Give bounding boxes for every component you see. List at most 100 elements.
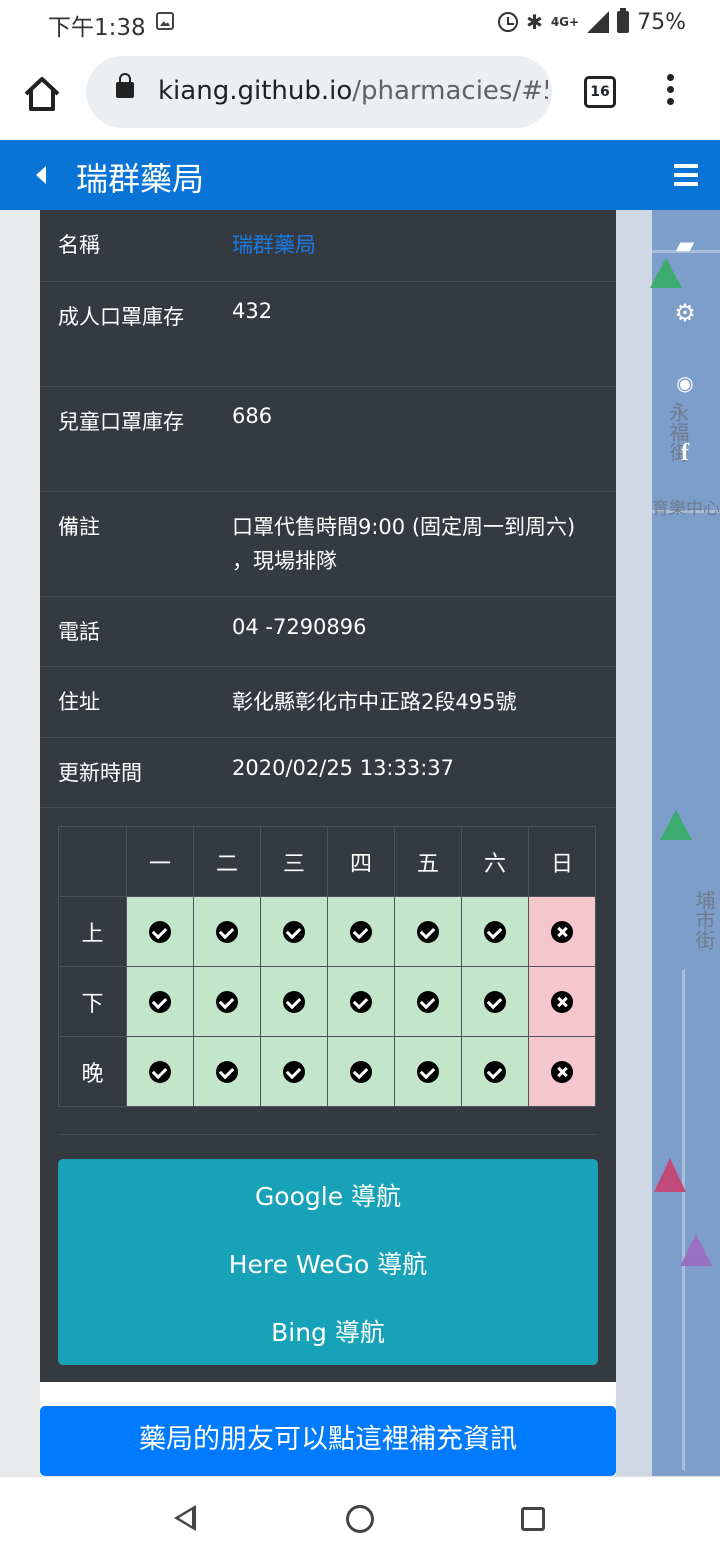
page-title: 瑞群藥局: [76, 160, 205, 198]
check-circle-icon: [216, 1061, 238, 1083]
url-text[interactable]: kiang.github.io/pharmacies/#5: [158, 76, 548, 106]
info-row-child-stock: 兒童口罩庫存 686: [40, 387, 616, 492]
herewego-navigation-link[interactable]: Here WeGo 導航: [58, 1245, 598, 1281]
schedule-cell: [394, 896, 462, 967]
schedule-cell: [193, 966, 261, 1037]
gallery-icon: [156, 12, 174, 30]
schedule-day-header: 四: [327, 826, 395, 897]
schedule-cell: [327, 966, 395, 1037]
check-circle-icon: [350, 921, 372, 943]
schedule-row: 晚: [58, 1036, 596, 1107]
home-icon[interactable]: [22, 74, 62, 114]
note-text: 口罩代售時間9:00 (固定周一到周六) ，現場排隊: [232, 515, 576, 573]
map-street-label: 埔市街: [692, 890, 716, 950]
check-circle-icon: [283, 921, 305, 943]
facebook-icon[interactable]: f: [670, 438, 700, 468]
app-header: 瑞群藥局: [0, 140, 720, 210]
schedule-cell: [193, 1036, 261, 1107]
schedule-row: 上: [58, 896, 596, 967]
info-row-note: 備註 口罩代售時間9:00 (固定周一到周六) ，現場排隊: [40, 492, 616, 597]
info-row-name: 名稱 瑞群藥局: [40, 210, 616, 282]
schedule-cell: [461, 966, 529, 1037]
signal-icon: [587, 11, 610, 33]
schedule-day-header: 日: [528, 826, 596, 897]
check-circle-icon: [283, 991, 305, 1013]
info-row-adult-stock: 成人口罩庫存 432: [40, 282, 616, 387]
map-marker[interactable]: [680, 1234, 712, 1266]
system-back-icon[interactable]: [174, 1505, 196, 1531]
times-circle-icon: [551, 921, 573, 943]
pharmacy-info-panel: 名稱 瑞群藥局 成人口罩庫存 432 兒童口罩庫存 686 備註 口罩代售時間9…: [40, 210, 616, 1382]
info-label: 更新時間: [58, 761, 142, 785]
bluetooth-icon: ✱: [526, 10, 543, 34]
status-time: 下午1:38: [48, 15, 146, 41]
pharmacy-name-link[interactable]: 瑞群藥局: [232, 228, 600, 262]
check-circle-icon: [350, 1061, 372, 1083]
opening-schedule-table: 一 二 三 四 五 六 日 上 下 晚: [58, 826, 596, 1107]
check-circle-icon: [417, 921, 439, 943]
github-icon[interactable]: ◉: [670, 368, 700, 398]
check-circle-icon: [149, 991, 171, 1013]
supplement-info-button[interactable]: 藥局的朋友可以點這裡補充資訊: [40, 1406, 616, 1476]
schedule-cell: [327, 1036, 395, 1107]
map-marker[interactable]: [654, 1158, 686, 1192]
browser-toolbar: kiang.github.io/pharmacies/#5 16: [0, 44, 720, 140]
schedule-cell: [461, 896, 529, 967]
system-nav-bar: [0, 1476, 720, 1560]
map-marker[interactable]: [650, 258, 682, 288]
map-marker[interactable]: [660, 810, 692, 840]
info-label: 備註: [58, 515, 100, 539]
alarm-icon: [498, 12, 519, 32]
bing-navigation-link[interactable]: Bing 導航: [58, 1313, 598, 1349]
check-circle-icon: [149, 921, 171, 943]
check-circle-icon: [484, 1061, 506, 1083]
hamburger-menu-icon[interactable]: [674, 164, 698, 186]
info-label: 電話: [58, 620, 100, 644]
check-circle-icon: [484, 991, 506, 1013]
schedule-cell: [260, 896, 328, 967]
info-label: 住址: [58, 690, 100, 714]
info-label: 兒童口罩庫存: [58, 410, 184, 434]
check-circle-icon: [417, 1061, 439, 1083]
schedule-cell: [528, 966, 596, 1037]
schedule-corner-cell: [58, 826, 127, 897]
info-row-updated: 更新時間 2020/02/25 13:33:37: [40, 738, 616, 808]
check-circle-icon: [350, 991, 372, 1013]
schedule-cell: [461, 1036, 529, 1107]
phone-number[interactable]: 04 -7290896: [232, 610, 600, 644]
schedule-cell: [528, 896, 596, 967]
status-bar: 下午1:38 ✱ 4G+ 75%: [0, 0, 720, 44]
address-bar[interactable]: kiang.github.io/pharmacies/#5: [86, 56, 552, 128]
adult-mask-stock: 432: [232, 299, 273, 323]
browser-menu-icon[interactable]: [664, 74, 676, 110]
google-navigation-link[interactable]: Google 導航: [58, 1177, 598, 1213]
check-circle-icon: [484, 921, 506, 943]
schedule-cell: [126, 1036, 194, 1107]
system-recents-icon[interactable]: [521, 1507, 545, 1531]
schedule-row: 下: [58, 966, 596, 1037]
child-mask-stock: 686: [232, 404, 273, 428]
schedule-day-header: 六: [461, 826, 529, 897]
tab-switcher-button[interactable]: 16: [584, 76, 616, 108]
battery-icon: [617, 8, 630, 33]
check-circle-icon: [149, 1061, 171, 1083]
schedule-cell: [394, 966, 462, 1037]
schedule-cell: [327, 896, 395, 967]
schedule-period-label: 下: [58, 966, 127, 1037]
schedule-period-label: 晚: [58, 1036, 127, 1107]
book-icon[interactable]: ▰: [670, 230, 700, 260]
schedule-cell: [394, 1036, 462, 1107]
map-background-left[interactable]: [0, 210, 40, 1476]
system-home-icon[interactable]: [346, 1505, 374, 1533]
info-row-phone: 電話 04 -7290896: [40, 597, 616, 667]
gear-icon[interactable]: ⚙: [670, 298, 700, 328]
schedule-cell: [528, 1036, 596, 1107]
info-label: 成人口罩庫存: [58, 305, 184, 329]
info-label: 名稱: [58, 233, 100, 257]
check-circle-icon: [216, 921, 238, 943]
map-sidebar: 永福街 育樂中心 埔市街: [650, 210, 720, 1476]
schedule-cell: [193, 896, 261, 967]
back-icon[interactable]: [36, 166, 46, 184]
schedule-cell: [260, 1036, 328, 1107]
updated-time: 2020/02/25 13:33:37: [232, 756, 455, 780]
